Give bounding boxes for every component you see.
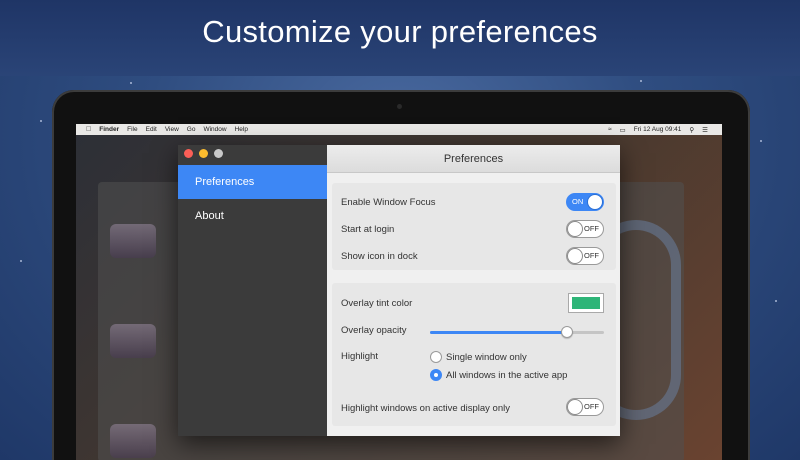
opacity-slider-fill — [430, 331, 568, 334]
opacity-label: Overlay opacity — [341, 325, 407, 336]
sidebar-item-about[interactable]: About — [178, 199, 327, 233]
menu-go[interactable]: Go — [187, 126, 196, 133]
sidebar: Preferences About — [178, 145, 327, 436]
active-display-label: Highlight windows on active display only — [341, 403, 510, 414]
toggle-state: OFF — [584, 224, 599, 233]
zoom-button[interactable] — [214, 149, 223, 158]
general-settings-group: Enable Window Focus ON Start at login OF… — [332, 183, 616, 270]
dimmed-app-thumbnail — [110, 324, 156, 358]
dimmed-app-thumbnail — [110, 424, 156, 458]
preferences-panel: Preferences Enable Window Focus ON Start… — [327, 145, 620, 436]
radio-all-windows-label[interactable]: All windows in the active app — [446, 370, 567, 381]
active-display-toggle[interactable]: OFF — [566, 398, 604, 416]
star — [20, 260, 22, 262]
star — [640, 80, 642, 82]
preferences-window: Preferences About Preferences Enable Win… — [178, 145, 620, 436]
highlight-label: Highlight — [341, 351, 378, 362]
menubar-status: ≈ ▭ Fri 12 Aug 09:41 ⚲ ☰ — [608, 126, 708, 134]
show-dock-toggle[interactable]: OFF — [566, 247, 604, 265]
camera — [397, 104, 402, 109]
toggle-knob — [587, 194, 603, 210]
toggle-state: OFF — [584, 251, 599, 260]
list-icon[interactable]: ☰ — [702, 126, 708, 134]
headline: Customize your preferences — [202, 14, 598, 49]
apple-icon[interactable]:  — [86, 126, 91, 133]
toggle-state: OFF — [584, 402, 599, 411]
toggle-knob — [567, 399, 583, 415]
menubar:  Finder File Edit View Go Window Help ≈… — [76, 124, 722, 135]
menubar-clock[interactable]: Fri 12 Aug 09:41 — [634, 126, 682, 133]
start-login-toggle[interactable]: OFF — [566, 220, 604, 238]
radio-single-window-label[interactable]: Single window only — [446, 352, 527, 363]
toggle-state: ON — [572, 197, 584, 206]
tint-color-well[interactable] — [568, 293, 604, 313]
menu-file[interactable]: File — [127, 126, 137, 133]
enable-focus-label: Enable Window Focus — [341, 197, 436, 208]
star — [40, 120, 42, 122]
menu-view[interactable]: View — [165, 126, 179, 133]
tint-color-label: Overlay tint color — [341, 298, 413, 309]
opacity-slider-knob[interactable] — [561, 326, 574, 338]
radio-single-window[interactable] — [430, 351, 442, 363]
tint-color-fill — [572, 297, 600, 309]
overlay-settings-group: Overlay tint color Overlay opacity Highl… — [332, 283, 616, 426]
toggle-knob — [567, 248, 583, 264]
enable-focus-toggle[interactable]: ON — [566, 193, 604, 211]
menu-finder[interactable]: Finder — [99, 126, 119, 133]
star — [775, 300, 777, 302]
window-title: Preferences — [327, 145, 620, 173]
search-icon[interactable]: ⚲ — [689, 126, 694, 134]
sidebar-item-preferences[interactable]: Preferences — [178, 165, 327, 199]
toggle-knob — [567, 221, 583, 237]
radio-all-windows[interactable] — [430, 369, 442, 381]
close-button[interactable] — [184, 149, 193, 158]
star — [130, 82, 132, 84]
minimize-button[interactable] — [199, 149, 208, 158]
show-dock-label: Show icon in dock — [341, 251, 418, 262]
menu-edit[interactable]: Edit — [146, 126, 157, 133]
wifi-icon[interactable]: ≈ — [608, 126, 612, 133]
star — [760, 140, 762, 142]
menu-help[interactable]: Help — [235, 126, 248, 133]
start-login-label: Start at login — [341, 224, 395, 235]
menu-window[interactable]: Window — [203, 126, 226, 133]
airplay-icon[interactable]: ▭ — [620, 126, 626, 134]
opacity-slider[interactable] — [430, 326, 604, 338]
dimmed-app-thumbnail — [110, 224, 156, 258]
